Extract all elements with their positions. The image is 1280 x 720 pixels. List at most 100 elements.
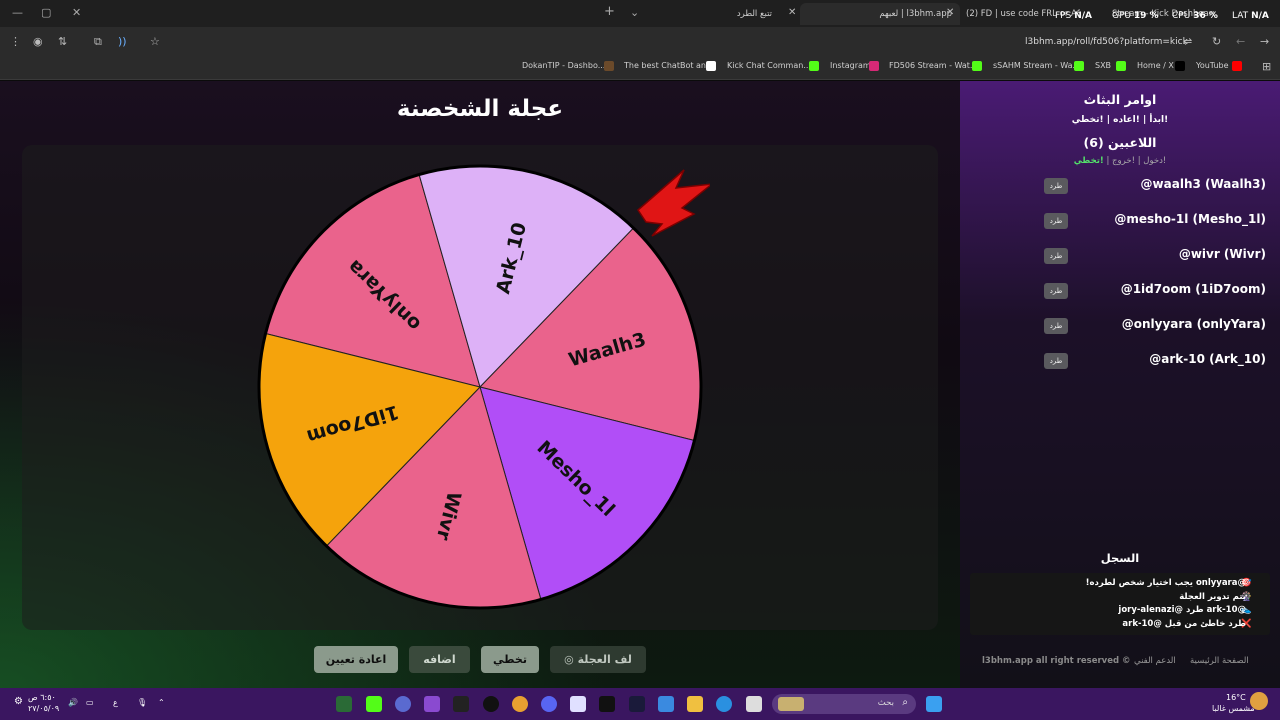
- chrome-icon[interactable]: [512, 696, 528, 712]
- reload-icon[interactable]: ↻: [1212, 35, 1221, 48]
- streamer-commands: !ابدأ | !اعاده | !تخطي: [1071, 115, 1169, 125]
- menu-icon[interactable]: ⋮: [10, 35, 21, 48]
- windows-start-icon[interactable]: [926, 696, 942, 712]
- bookmark-kick-icon: [1116, 61, 1126, 71]
- minimize-icon[interactable]: —: [12, 6, 23, 19]
- tab-label: تتبع الطرد: [736, 9, 772, 19]
- search-icon: ⌕: [902, 697, 908, 708]
- read-aloud-icon[interactable]: )): [118, 35, 127, 48]
- app-icon[interactable]: [658, 696, 674, 712]
- tab-l3bhm[interactable]: l3bhm.app | لعبهم: [800, 3, 960, 25]
- bookmark-dokantip[interactable]: DokanTIP - Dashbo...: [522, 61, 605, 70]
- forward-icon[interactable]: ←: [1236, 35, 1245, 48]
- player-name: @waalh3 (Waalh3): [1140, 177, 1266, 191]
- tab-search-icon[interactable]: ⌄: [630, 6, 639, 19]
- app-icon[interactable]: [453, 696, 469, 712]
- page-title: عجلة الشخصنة: [396, 96, 564, 122]
- reset-button[interactable]: اعادة تعيين: [314, 646, 398, 673]
- bookmark-chatbot[interactable]: The best ChatBot an...: [624, 61, 714, 70]
- clock-time[interactable]: ٦:٥٠ ص: [28, 693, 56, 702]
- log-entry-text: @onlyyara يجب اختيار شخص لطرده!: [1085, 578, 1246, 588]
- language-indicator[interactable]: ع: [113, 698, 118, 707]
- back-icon[interactable]: →: [1260, 35, 1269, 48]
- app-icon[interactable]: [424, 696, 440, 712]
- maximize-icon[interactable]: ▢: [41, 6, 51, 19]
- kick-player-button[interactable]: طرد: [1044, 178, 1068, 194]
- app-icon[interactable]: [483, 696, 499, 712]
- streamer-commands-title: اوامر البثاث: [1083, 92, 1157, 107]
- search-placeholder: بحث: [877, 698, 894, 708]
- weather-icon[interactable]: [1250, 692, 1268, 710]
- footer-support-link[interactable]: الدعم الفني: [1134, 656, 1176, 666]
- spin-icon: ◎: [564, 653, 574, 666]
- extensions-icon[interactable]: ⇅: [58, 35, 67, 48]
- log-title: السجل: [1100, 551, 1140, 565]
- app-icon[interactable]: [599, 696, 615, 712]
- bookmark-kick-chat[interactable]: Kick Chat Comman...: [727, 61, 811, 70]
- url-field[interactable]: l3bhm.app/roll/fd506?platform=kick: [1025, 37, 1188, 47]
- close-window-icon[interactable]: ✕: [72, 6, 81, 19]
- players-title: اللاعبين (6): [1083, 135, 1157, 150]
- app-icon[interactable]: [629, 696, 645, 712]
- app-icon[interactable]: [336, 696, 352, 712]
- volume-icon[interactable]: 🔊: [68, 698, 78, 707]
- kick-player-button[interactable]: طرد: [1044, 318, 1068, 334]
- bookmark-fd506[interactable]: FD506 Stream - Wat...: [889, 61, 978, 70]
- kick-player-button[interactable]: طرد: [1044, 248, 1068, 264]
- bookmark-chatbot-icon: [706, 61, 716, 71]
- kick-player-button[interactable]: طرد: [1044, 213, 1068, 229]
- kick-app-icon[interactable]: [366, 696, 382, 712]
- skip-command: !تخطي: [1073, 156, 1104, 166]
- taskbar-search-box[interactable]: ⌕ بحث: [772, 694, 916, 714]
- footer-copyright: l3bhm.app all right reserved ©: [982, 656, 1131, 666]
- weather-temp[interactable]: 16°C: [1226, 693, 1246, 702]
- lat-readout: LAT N/A: [1232, 11, 1269, 21]
- skip-button[interactable]: تخطي: [481, 646, 539, 673]
- profile-icon[interactable]: ◉: [33, 35, 43, 48]
- search-highlight-icon: [778, 697, 804, 711]
- kick-player-button[interactable]: طرد: [1044, 353, 1068, 369]
- apps-grid-icon[interactable]: ⊞: [1262, 60, 1271, 73]
- discord-icon[interactable]: [541, 696, 557, 712]
- bookmark-star-icon[interactable]: ☆: [150, 35, 160, 48]
- settings-tray-icon[interactable]: ⚙: [14, 696, 23, 707]
- network-icon[interactable]: ▭: [86, 698, 94, 707]
- weather-desc[interactable]: مشمس غالبا: [1212, 704, 1255, 713]
- tray-chevron-icon[interactable]: ⌃: [158, 698, 165, 707]
- app-icon[interactable]: [570, 696, 586, 712]
- wheel-pointer-icon: [637, 169, 710, 237]
- kick-player-button[interactable]: طرد: [1044, 283, 1068, 299]
- bookmark-sxb[interactable]: SXB: [1095, 61, 1111, 70]
- tab-close-icon[interactable]: ✕: [946, 7, 954, 18]
- bookmark-youtube[interactable]: YouTube: [1196, 61, 1229, 70]
- file-explorer-icon[interactable]: [687, 696, 703, 712]
- join-command: !دخول: [1143, 156, 1167, 166]
- footer-home-link[interactable]: الصفحة الرئيسية: [1190, 656, 1249, 666]
- bookmark-kick-icon: [972, 61, 982, 71]
- edge-icon[interactable]: [716, 696, 732, 712]
- spin-label: لف العجلة: [577, 653, 632, 666]
- log-entry-text: @ark-10 طرد @jory-alenazi: [1118, 605, 1246, 615]
- bookmark-instagram-icon: [869, 61, 879, 71]
- new-tab-icon[interactable]: +: [604, 4, 615, 19]
- add-button[interactable]: اضافه: [409, 646, 470, 673]
- settings-app-icon[interactable]: [395, 696, 411, 712]
- leave-command: !خروج: [1112, 156, 1135, 166]
- gpu-readout: GPU 19 %: [1112, 11, 1159, 21]
- app-icon[interactable]: [746, 696, 762, 712]
- player-name: @mesho-1l (Mesho_1l): [1114, 212, 1266, 226]
- spin-button[interactable]: ◎ لف العجلة: [550, 646, 646, 673]
- screenshot-icon[interactable]: ⧉: [94, 35, 102, 49]
- site-settings-icon[interactable]: ⇌: [1183, 35, 1192, 48]
- clock-date[interactable]: ٢٧/٠٥/٠٩: [28, 704, 59, 713]
- bookmark-x[interactable]: Home / X: [1137, 61, 1174, 70]
- bookmark-ssahm[interactable]: sSAHM Stream - Wa...: [993, 61, 1080, 70]
- bookmark-instagram[interactable]: Instagram: [830, 61, 871, 70]
- tab-tracking[interactable]: تتبع الطرد: [680, 3, 780, 25]
- tab-close-icon[interactable]: ✕: [788, 7, 796, 18]
- player-name: @wivr (Wivr): [1178, 247, 1266, 261]
- spin-wheel[interactable]: onlyYara Ark_10Waalh3Mesho_1lWivr1iD7oom: [250, 160, 710, 620]
- player-name: @ark-10 (Ark_10): [1149, 352, 1266, 366]
- bookmark-youtube-icon: [1232, 61, 1242, 71]
- microphone-icon[interactable]: 🎙: [137, 698, 147, 707]
